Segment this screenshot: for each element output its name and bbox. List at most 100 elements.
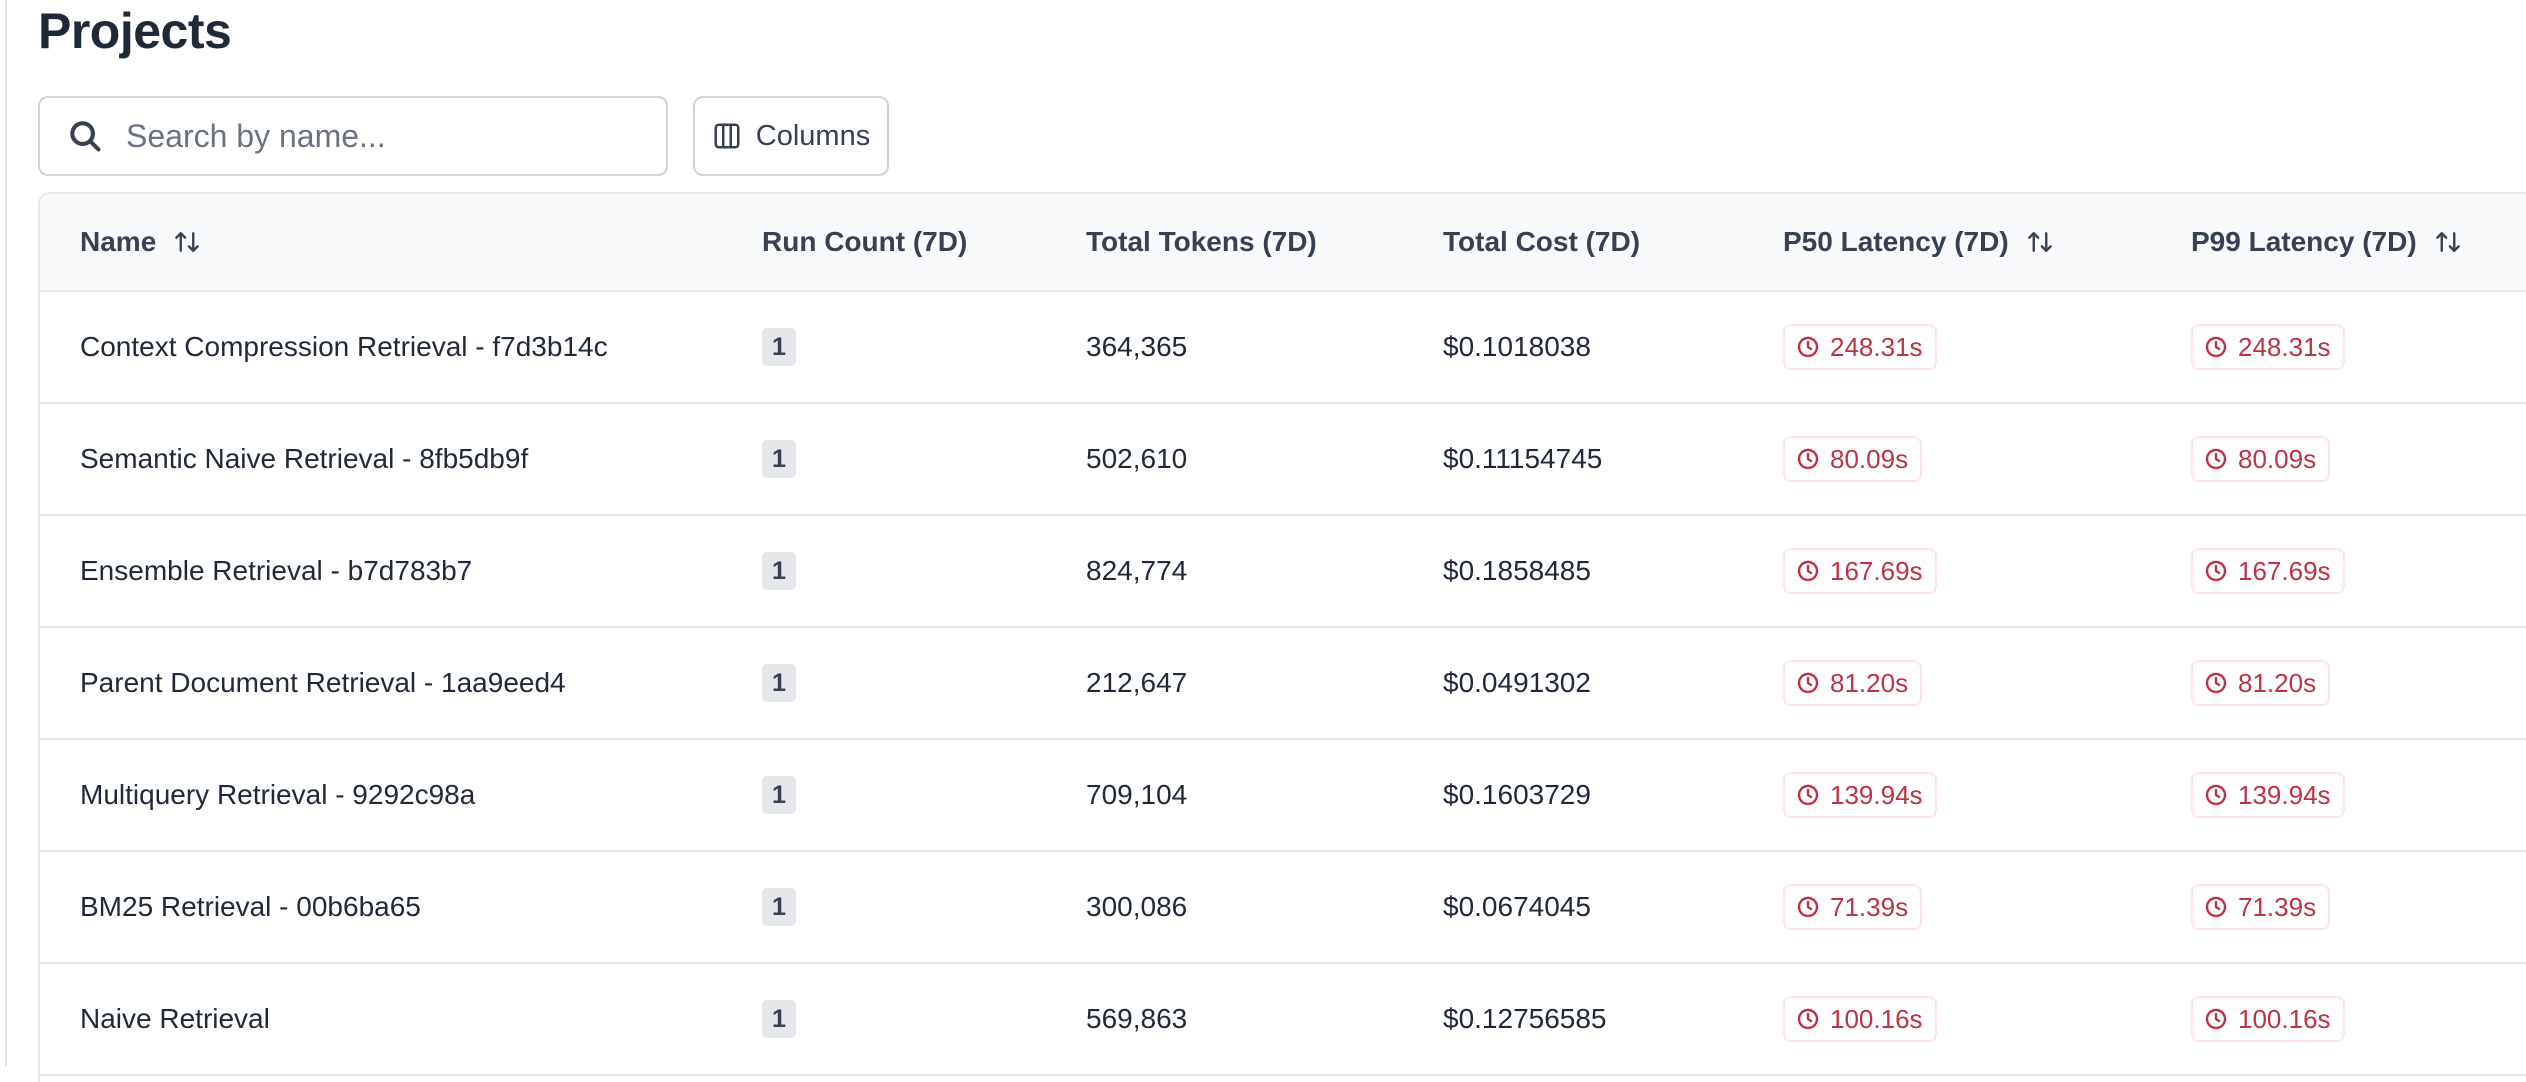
p99-latency-value: 71.39s	[2238, 891, 2317, 922]
search-icon	[66, 117, 104, 155]
total-tokens-value: 300,086	[1086, 891, 1188, 922]
project-name[interactable]: Multiquery Retrieval - 9292c98a	[80, 779, 475, 810]
p99-latency-value: 80.09s	[2238, 443, 2317, 474]
total-tokens-value: 502,610	[1086, 443, 1188, 474]
clock-icon	[2204, 895, 2228, 919]
table-row[interactable]: Semantic Naive Retrieval - 8fb5db9f 1 50…	[40, 403, 2526, 515]
clock-icon	[1796, 559, 1820, 583]
p50-latency-badge: 100.16s	[1783, 996, 1937, 1042]
sort-icon[interactable]	[2025, 227, 2055, 257]
projects-table-container: Name Run Count (7D) Total Tokens (7D) To…	[38, 192, 2526, 1082]
column-header-run-count: Run Count (7D)	[762, 194, 1086, 291]
column-header-label: Total Cost (7D)	[1443, 226, 1641, 257]
total-tokens-value: 212,647	[1086, 667, 1188, 698]
column-header-label: P50 Latency (7D)	[1783, 226, 2009, 257]
clock-icon	[2204, 671, 2228, 695]
total-cost-value: $0.1018038	[1443, 331, 1591, 362]
table-row[interactable]: BM25 Retrieval - 00b6ba65 1 300,086 $0.0…	[40, 851, 2526, 963]
p50-latency-value: 139.94s	[1830, 779, 1923, 810]
clock-icon	[2204, 1007, 2228, 1031]
project-name[interactable]: Naive Retrieval	[80, 1003, 270, 1034]
table-body: Context Compression Retrieval - f7d3b14c…	[40, 291, 2526, 1075]
p99-latency-badge: 248.31s	[2191, 324, 2345, 370]
clock-icon	[1796, 671, 1820, 695]
column-header-label: Name	[80, 226, 157, 257]
projects-table: Name Run Count (7D) Total Tokens (7D) To…	[40, 194, 2526, 1076]
page-title: Projects	[38, 3, 232, 59]
p99-latency-value: 139.94s	[2238, 779, 2331, 810]
p50-latency-badge: 167.69s	[1783, 548, 1937, 594]
column-header-label: Total Tokens (7D)	[1086, 226, 1317, 257]
p99-latency-value: 167.69s	[2238, 555, 2331, 586]
column-header-name[interactable]: Name	[40, 194, 762, 291]
columns-button[interactable]: Columns	[693, 96, 889, 176]
run-count-badge: 1	[762, 1000, 796, 1038]
p99-latency-badge: 80.09s	[2191, 436, 2331, 482]
project-name[interactable]: Context Compression Retrieval - f7d3b14c	[80, 331, 608, 362]
run-count-badge: 1	[762, 328, 796, 366]
p99-latency-value: 81.20s	[2238, 667, 2317, 698]
p99-latency-value: 248.31s	[2238, 331, 2331, 362]
p50-latency-value: 248.31s	[1830, 331, 1923, 362]
total-cost-value: $0.0674045	[1443, 891, 1591, 922]
clock-icon	[2204, 559, 2228, 583]
p50-latency-value: 167.69s	[1830, 555, 1923, 586]
p50-latency-value: 100.16s	[1830, 1003, 1923, 1034]
project-name[interactable]: Parent Document Retrieval - 1aa9eed4	[80, 667, 566, 698]
p99-latency-badge: 81.20s	[2191, 660, 2331, 706]
p99-latency-badge: 100.16s	[2191, 996, 2345, 1042]
search-box[interactable]	[38, 96, 668, 176]
clock-icon	[1796, 335, 1820, 359]
p50-latency-value: 81.20s	[1830, 667, 1909, 698]
project-name[interactable]: BM25 Retrieval - 00b6ba65	[80, 891, 421, 922]
sort-icon[interactable]	[2433, 227, 2463, 257]
total-cost-value: $0.11154745	[1443, 443, 1603, 474]
table-row[interactable]: Parent Document Retrieval - 1aa9eed4 1 2…	[40, 627, 2526, 739]
total-cost-value: $0.1858485	[1443, 555, 1591, 586]
table-header-row: Name Run Count (7D) Total Tokens (7D) To…	[40, 194, 2526, 291]
clock-icon	[2204, 783, 2228, 807]
p50-latency-value: 71.39s	[1830, 891, 1909, 922]
project-name[interactable]: Semantic Naive Retrieval - 8fb5db9f	[80, 443, 528, 474]
p50-latency-badge: 139.94s	[1783, 772, 1937, 818]
columns-button-label: Columns	[755, 119, 871, 152]
column-header-total-cost: Total Cost (7D)	[1443, 194, 1783, 291]
project-name[interactable]: Ensemble Retrieval - b7d783b7	[80, 555, 472, 586]
column-header-total-tokens: Total Tokens (7D)	[1086, 194, 1443, 291]
left-divider	[0, 0, 7, 1066]
sort-icon[interactable]	[172, 227, 202, 257]
column-header-label: P99 Latency (7D)	[2191, 226, 2417, 257]
clock-icon	[1796, 447, 1820, 471]
p50-latency-badge: 71.39s	[1783, 884, 1923, 930]
columns-icon	[712, 121, 742, 151]
table-row[interactable]: Ensemble Retrieval - b7d783b7 1 824,774 …	[40, 515, 2526, 627]
table-row[interactable]: Context Compression Retrieval - f7d3b14c…	[40, 291, 2526, 403]
table-row[interactable]: Naive Retrieval 1 569,863 $0.12756585 10…	[40, 963, 2526, 1075]
p50-latency-value: 80.09s	[1830, 443, 1909, 474]
total-cost-value: $0.0491302	[1443, 667, 1591, 698]
projects-page: Projects Columns Name	[38, 0, 2526, 1082]
run-count-badge: 1	[762, 888, 796, 926]
column-header-p50-latency[interactable]: P50 Latency (7D)	[1783, 194, 2191, 291]
p50-latency-badge: 81.20s	[1783, 660, 1923, 706]
total-tokens-value: 709,104	[1086, 779, 1188, 810]
clock-icon	[1796, 783, 1820, 807]
run-count-badge: 1	[762, 552, 796, 590]
run-count-badge: 1	[762, 776, 796, 814]
search-input[interactable]	[126, 117, 626, 155]
clock-icon	[1796, 895, 1820, 919]
total-cost-value: $0.1603729	[1443, 779, 1591, 810]
p99-latency-badge: 139.94s	[2191, 772, 2345, 818]
p50-latency-badge: 80.09s	[1783, 436, 1923, 482]
p99-latency-value: 100.16s	[2238, 1003, 2331, 1034]
total-tokens-value: 824,774	[1086, 555, 1188, 586]
table-header: Name Run Count (7D) Total Tokens (7D) To…	[40, 194, 2526, 291]
total-tokens-value: 569,863	[1086, 1003, 1188, 1034]
p50-latency-badge: 248.31s	[1783, 324, 1937, 370]
p99-latency-badge: 71.39s	[2191, 884, 2331, 930]
table-row[interactable]: Multiquery Retrieval - 9292c98a 1 709,10…	[40, 739, 2526, 851]
clock-icon	[2204, 335, 2228, 359]
run-count-badge: 1	[762, 664, 796, 702]
clock-icon	[1796, 1007, 1820, 1031]
column-header-p99-latency[interactable]: P99 Latency (7D)	[2191, 194, 2526, 291]
